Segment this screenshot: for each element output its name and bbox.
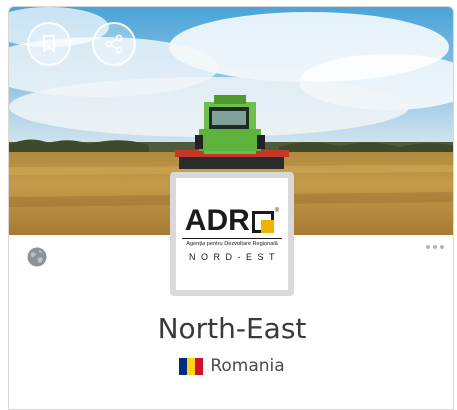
logo-wordmark: ADR ® [185, 206, 279, 236]
logo-registered-mark: ® [274, 208, 280, 214]
country-name: Romania [210, 356, 285, 376]
logo-text: ADR [184, 204, 250, 237]
share-button[interactable] [92, 22, 136, 66]
region-card[interactable]: ADR ® Agenția pentru Dezvoltare Regional… [8, 6, 454, 410]
logo-square-icon [251, 211, 274, 233]
logo-region: NORD-EST [189, 252, 280, 262]
share-icon [105, 34, 123, 54]
organization-logo: ADR ® Agenția pentru Dezvoltare Regional… [170, 172, 294, 296]
country-row: Romania [9, 356, 453, 376]
logo-divider [182, 238, 282, 239]
bookmark-button[interactable] [27, 22, 71, 66]
logo-subtitle: Agenția pentru Dezvoltare Regională [186, 241, 278, 247]
region-title: North-East [157, 312, 307, 345]
bookmark-icon [43, 35, 55, 52]
romania-flag-icon [179, 357, 204, 375]
more-dots-icon[interactable] [424, 240, 446, 254]
globe-icon [27, 247, 47, 267]
